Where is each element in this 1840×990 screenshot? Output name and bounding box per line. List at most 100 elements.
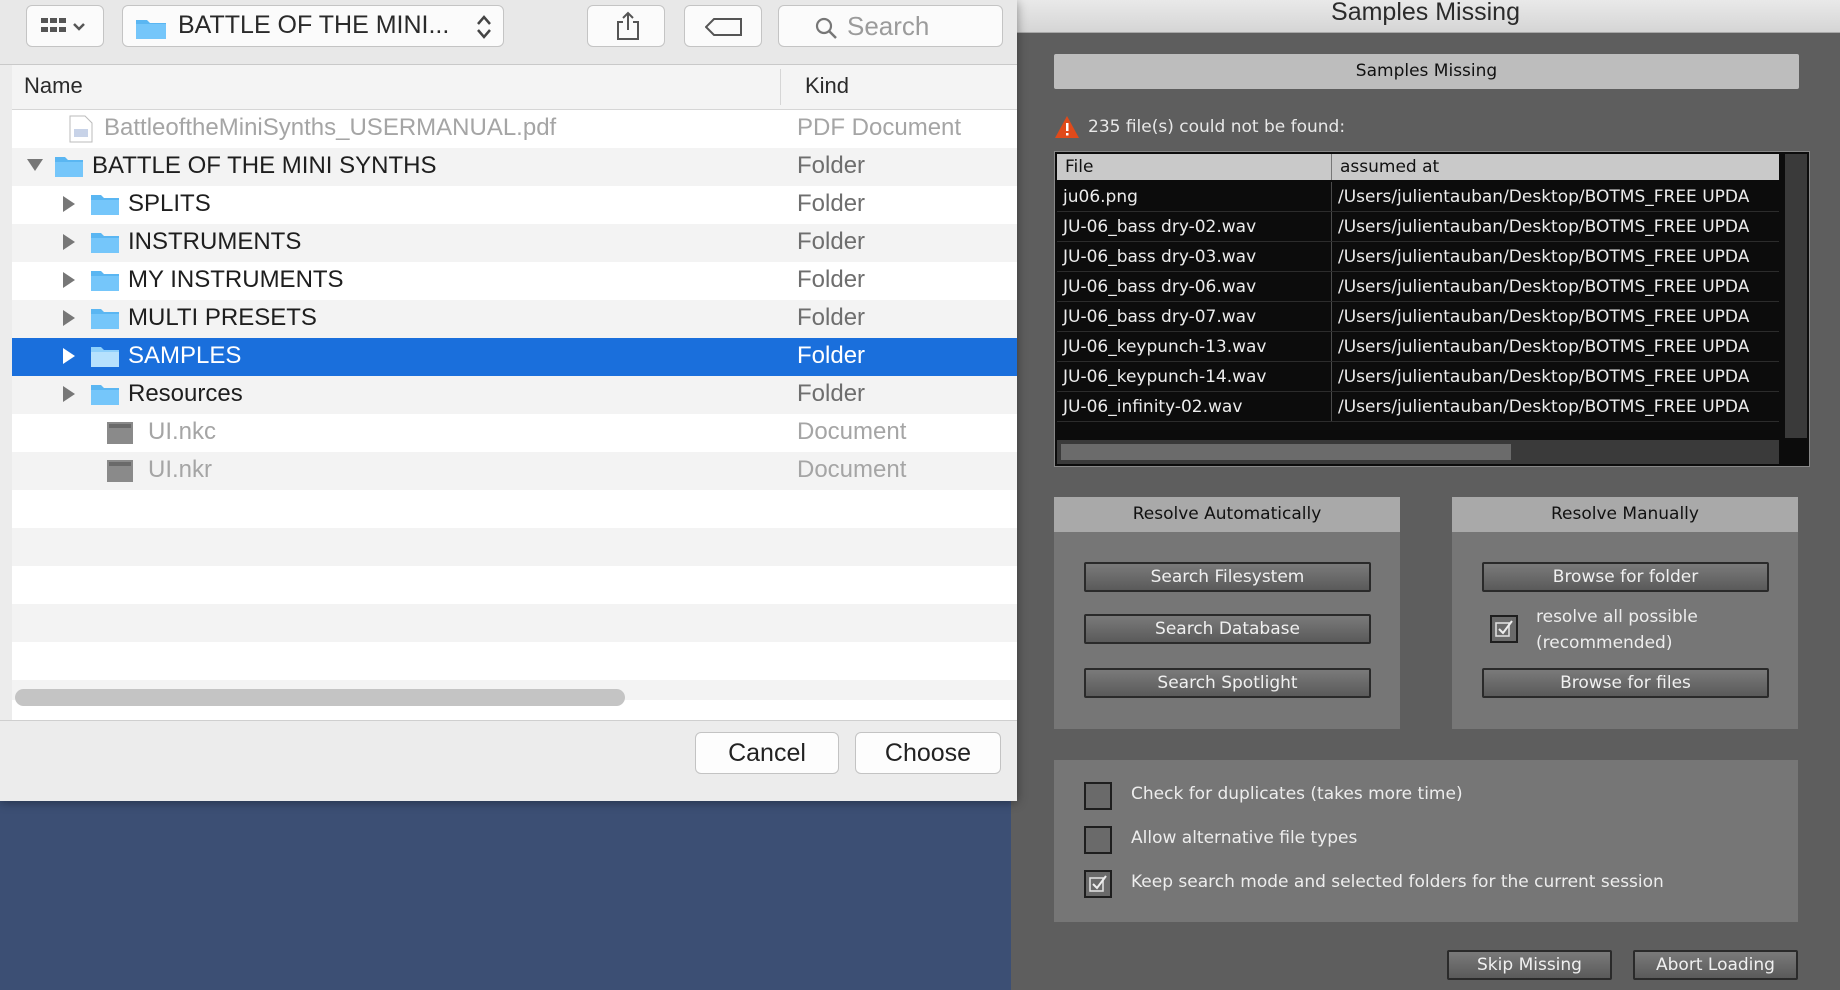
file-kind: Folder bbox=[797, 152, 866, 179]
file-cell: ju06.png bbox=[1057, 182, 1332, 211]
folder-icon bbox=[55, 157, 83, 177]
browse-for-files-button[interactable]: Browse for files bbox=[1482, 668, 1769, 698]
check-duplicates-checkbox[interactable] bbox=[1084, 782, 1112, 810]
skip-missing-button[interactable]: Skip Missing bbox=[1447, 950, 1612, 980]
file-kind: PDF Document bbox=[797, 114, 962, 141]
file-kind: Document bbox=[797, 456, 907, 483]
tag-button[interactable] bbox=[684, 5, 762, 47]
checkmark-icon bbox=[1089, 875, 1107, 892]
file-list: Name Kind BattleoftheMiniSynths_USERMANU… bbox=[12, 65, 1017, 720]
grid-view-icon bbox=[41, 18, 85, 32]
document-icon bbox=[107, 460, 133, 482]
folder-icon bbox=[91, 347, 119, 367]
search-filesystem-button[interactable]: Search Filesystem bbox=[1084, 562, 1371, 592]
list-item-selected[interactable]: SAMPLES Folder bbox=[12, 338, 1017, 376]
browse-for-folder-button[interactable]: Browse for folder bbox=[1482, 562, 1769, 592]
file-name: MY INSTRUMENTS bbox=[128, 266, 344, 293]
file-name: UI.nkr bbox=[148, 456, 213, 483]
checkmark-icon bbox=[1495, 620, 1513, 637]
disclosure-collapsed-icon[interactable] bbox=[62, 347, 76, 365]
abort-loading-button[interactable]: Abort Loading bbox=[1633, 950, 1798, 980]
disclosure-collapsed-icon[interactable] bbox=[62, 195, 76, 213]
table-horizontal-scrollbar[interactable] bbox=[1057, 440, 1779, 464]
share-button[interactable] bbox=[587, 5, 665, 47]
resolve-automatically-title: Resolve Automatically bbox=[1054, 497, 1400, 532]
file-name: UI.nkc bbox=[148, 418, 217, 445]
file-name: INSTRUMENTS bbox=[128, 228, 302, 255]
disclosure-collapsed-icon[interactable] bbox=[62, 309, 76, 327]
path-cell: /Users/julientauban/Desktop/BOTMS_FREE U… bbox=[1338, 247, 1750, 267]
empty-row bbox=[12, 490, 1017, 528]
table-row[interactable]: JU-06_bass dry-03.wav/Users/julientauban… bbox=[1057, 242, 1779, 272]
path-label: BATTLE OF THE MINI... bbox=[178, 11, 450, 39]
resolve-all-label-line2: (recommended) bbox=[1536, 633, 1673, 653]
disclosure-collapsed-icon[interactable] bbox=[62, 233, 76, 251]
options-box: Check for duplicates (takes more time) A… bbox=[1054, 760, 1798, 922]
file-cell: JU-06_bass dry-06.wav bbox=[1057, 272, 1332, 301]
column-assumed-at[interactable]: assumed at bbox=[1332, 154, 1779, 180]
warning-text: 235 file(s) could not be found: bbox=[1088, 117, 1346, 137]
view-mode-button[interactable] bbox=[26, 5, 104, 47]
list-item[interactable]: INSTRUMENTS Folder bbox=[12, 224, 1017, 262]
file-cell: JU-06_keypunch-13.wav bbox=[1057, 332, 1332, 361]
scrollbar-thumb[interactable] bbox=[1061, 444, 1511, 460]
samples-missing-header: Samples Missing bbox=[1054, 54, 1799, 89]
horizontal-scrollbar[interactable] bbox=[15, 689, 625, 706]
search-field[interactable]: Search bbox=[778, 5, 1003, 47]
table-row[interactable]: JU-06_keypunch-13.wav/Users/julientauban… bbox=[1057, 332, 1779, 362]
table-row[interactable]: JU-06_keypunch-14.wav/Users/julientauban… bbox=[1057, 362, 1779, 392]
path-cell: /Users/julientauban/Desktop/BOTMS_FREE U… bbox=[1338, 307, 1750, 327]
pdf-file-icon bbox=[69, 115, 93, 143]
folder-icon bbox=[136, 20, 166, 39]
table-row[interactable]: JU-06_bass dry-06.wav/Users/julientauban… bbox=[1057, 272, 1779, 302]
search-placeholder: Search bbox=[847, 11, 930, 41]
search-icon bbox=[815, 17, 837, 39]
file-cell: JU-06_infinity-02.wav bbox=[1057, 392, 1332, 421]
file-kind: Folder bbox=[797, 304, 866, 331]
disclosure-collapsed-icon[interactable] bbox=[62, 385, 76, 403]
resolve-manually-box: Resolve Manually Browse for folder resol… bbox=[1452, 497, 1798, 729]
allow-alternative-checkbox[interactable] bbox=[1084, 826, 1112, 854]
search-database-button[interactable]: Search Database bbox=[1084, 614, 1371, 644]
table-body: ju06.png/Users/julientauban/Desktop/BOTM… bbox=[1057, 182, 1779, 438]
list-item[interactable]: UI.nkc Document bbox=[12, 414, 1017, 452]
dialog-toolbar: BATTLE OF THE MINI... Search bbox=[0, 0, 1017, 65]
keep-search-mode-label: Keep search mode and selected folders fo… bbox=[1131, 872, 1664, 892]
column-file[interactable]: File bbox=[1057, 154, 1332, 180]
table-vertical-scrollbar[interactable] bbox=[1785, 154, 1807, 438]
resolve-all-checkbox[interactable] bbox=[1490, 615, 1518, 643]
column-kind[interactable]: Kind bbox=[805, 73, 849, 99]
samples-missing-panel: Samples Missing Samples Missing 235 file… bbox=[1011, 0, 1840, 990]
window-title: Samples Missing bbox=[1331, 0, 1520, 26]
resolve-automatically-box: Resolve Automatically Search Filesystem … bbox=[1054, 497, 1400, 729]
list-item[interactable]: BATTLE OF THE MINI SYNTHS Folder bbox=[12, 148, 1017, 186]
disclosure-collapsed-icon[interactable] bbox=[62, 271, 76, 289]
list-item[interactable]: MY INSTRUMENTS Folder bbox=[12, 262, 1017, 300]
folder-icon bbox=[91, 309, 119, 329]
list-item[interactable]: Resources Folder bbox=[12, 376, 1017, 414]
disclosure-expanded-icon[interactable] bbox=[26, 158, 44, 172]
path-popup[interactable]: BATTLE OF THE MINI... bbox=[122, 5, 504, 47]
resolve-all-label-line1: resolve all possible bbox=[1536, 607, 1698, 627]
file-name: Resources bbox=[128, 380, 243, 407]
table-row[interactable]: JU-06_bass dry-02.wav/Users/julientauban… bbox=[1057, 212, 1779, 242]
keep-search-mode-checkbox[interactable] bbox=[1084, 870, 1112, 898]
list-item[interactable]: MULTI PRESETS Folder bbox=[12, 300, 1017, 338]
table-row[interactable]: ju06.png/Users/julientauban/Desktop/BOTM… bbox=[1057, 182, 1779, 212]
list-item[interactable]: SPLITS Folder bbox=[12, 186, 1017, 224]
resolve-manually-title: Resolve Manually bbox=[1452, 497, 1798, 532]
column-divider bbox=[780, 69, 781, 105]
choose-button[interactable]: Choose bbox=[855, 732, 1001, 774]
allow-alternative-label: Allow alternative file types bbox=[1131, 828, 1358, 848]
column-name[interactable]: Name bbox=[24, 73, 83, 99]
table-row[interactable]: JU-06_infinity-02.wav/Users/julientauban… bbox=[1057, 392, 1779, 422]
search-spotlight-button[interactable]: Search Spotlight bbox=[1084, 668, 1371, 698]
list-item[interactable]: UI.nkr Document bbox=[12, 452, 1017, 490]
cancel-button[interactable]: Cancel bbox=[695, 732, 839, 774]
document-icon bbox=[107, 422, 133, 444]
path-cell: /Users/julientauban/Desktop/BOTMS_FREE U… bbox=[1338, 367, 1750, 387]
table-row[interactable]: JU-06_bass dry-07.wav/Users/julientauban… bbox=[1057, 302, 1779, 332]
file-kind: Document bbox=[797, 418, 907, 445]
warning-icon bbox=[1055, 116, 1079, 138]
list-item[interactable]: BattleoftheMiniSynths_USERMANUAL.pdf PDF… bbox=[12, 110, 1017, 148]
